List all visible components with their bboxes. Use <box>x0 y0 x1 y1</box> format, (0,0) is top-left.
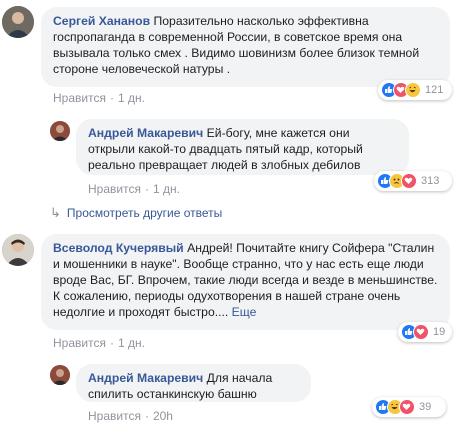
comment-bubble: Сергей Хананов Поразительно насколько эф… <box>41 7 450 87</box>
avatar[interactable] <box>50 365 70 385</box>
comment-time[interactable]: 1 дн. <box>153 182 180 196</box>
comment-meta: Нравится · 20h <box>88 409 173 423</box>
comment-time[interactable]: 1 дн. <box>118 336 145 350</box>
comment-author[interactable]: Андрей Макаревич <box>88 126 203 140</box>
view-more-replies-link[interactable]: ↳ Просмотреть другие ответы <box>50 205 222 221</box>
comment-bubble: Всеволод Кучерявый Андрей! Почитайте кни… <box>41 234 450 330</box>
reactions-summary[interactable]: 313 <box>374 171 452 191</box>
comment-meta: Нравится · 1 дн. <box>53 336 145 350</box>
comment-bubble: Андрей Макаревич Для начала спилить оста… <box>76 364 311 402</box>
love-reaction-icon <box>401 173 417 189</box>
comment-time[interactable]: 20h <box>153 409 173 423</box>
reactions-count: 121 <box>425 84 444 96</box>
like-button[interactable]: Нравится <box>53 336 106 350</box>
comment-author[interactable]: Всеволод Кучерявый <box>53 241 184 255</box>
love-reaction-icon <box>399 399 415 415</box>
avatar[interactable] <box>2 234 34 266</box>
like-button[interactable]: Нравится <box>88 182 141 196</box>
reactions-count: 313 <box>421 175 440 187</box>
reply-arrow-icon: ↳ <box>50 205 61 220</box>
comment-bubble: Андрей Макаревич Ей-богу, мне кажется он… <box>76 119 409 175</box>
love-reaction-icon <box>413 324 429 340</box>
reactions-summary[interactable]: 121 <box>378 80 452 100</box>
comment-meta: Нравится · 1 дн. <box>53 91 145 105</box>
comment-author[interactable]: Сергей Хананов <box>53 14 150 28</box>
see-more-link[interactable]: Еще <box>232 305 257 319</box>
reactions-summary[interactable]: 19 <box>398 322 452 342</box>
haha-reaction-icon <box>405 82 421 98</box>
comment-author[interactable]: Андрей Макаревич <box>88 371 203 385</box>
avatar[interactable] <box>2 6 34 38</box>
reactions-count: 19 <box>433 326 446 338</box>
reactions-summary[interactable]: 39 <box>372 397 446 417</box>
like-button[interactable]: Нравится <box>88 409 141 423</box>
reactions-count: 39 <box>419 401 432 413</box>
comment-time[interactable]: 1 дн. <box>118 91 145 105</box>
like-button[interactable]: Нравится <box>53 91 106 105</box>
view-more-replies-label: Просмотреть другие ответы <box>66 206 223 220</box>
avatar[interactable] <box>50 121 70 141</box>
comment-meta: Нравится · 1 дн. <box>88 182 180 196</box>
